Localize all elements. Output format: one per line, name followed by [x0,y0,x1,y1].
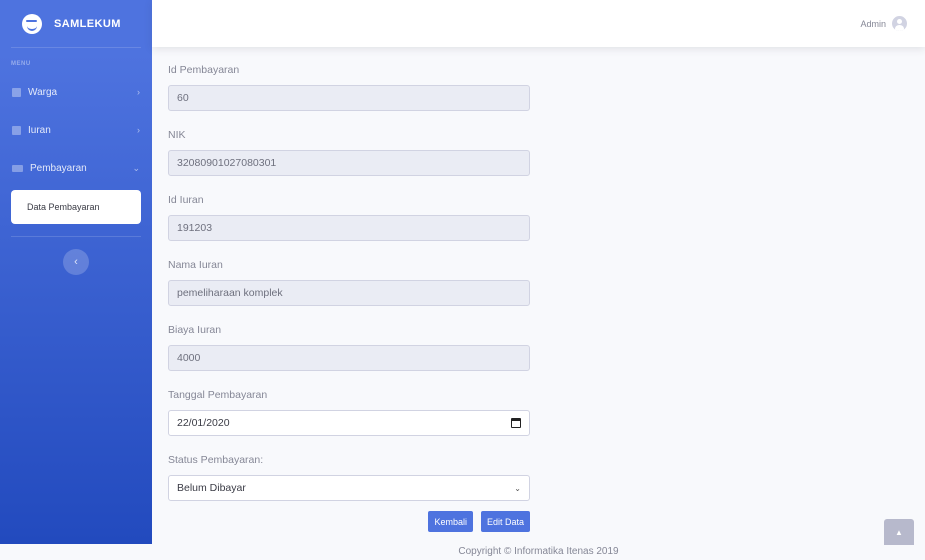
sidebar-divider [11,236,141,237]
id-pembayaran-field[interactable]: 60 [168,85,530,111]
subitem-label: Data Pembayaran [27,202,100,212]
chevron-down-icon: ⌄ [132,162,140,173]
topbar: Admin [152,0,925,47]
status-pembayaran-label: Status Pembayaran: [168,454,264,466]
nik-label: NIK [168,129,186,141]
sidebar-item-label: Pembayaran [30,162,87,174]
credit-card-icon [12,164,23,172]
nama-iuran-field[interactable]: pemeliharaan komplek [168,280,530,306]
chevron-up-icon: ▲ [895,527,903,537]
biaya-iuran-field[interactable]: 4000 [168,345,530,371]
chevron-right-icon: › [137,87,140,97]
sidebar-item-warga[interactable]: Warga › [0,73,152,111]
sidebar-item-pembayaran[interactable]: Pembayaran ⌄ [0,149,152,187]
field-value: 32080901027080301 [177,157,277,169]
payment-form: Id Pembayaran 60 NIK 32080901027080301 I… [168,62,530,532]
tanggal-pembayaran-label: Tanggal Pembayaran [168,389,268,401]
field-value: 60 [177,92,189,104]
laugh-wink-icon [22,13,42,34]
user-name[interactable]: Admin [860,19,886,29]
user-avatar-icon[interactable] [892,16,907,31]
sidebar: SAMLEKUM MENU Warga › Iuran › Pembayaran… [0,0,152,544]
id-iuran-field[interactable]: 191203 [168,215,530,241]
footer-copyright: Copyright © Informatika Itenas 2019 [458,546,619,557]
tanggal-pembayaran-input[interactable]: 22/01/2020 [168,410,530,436]
sidebar-item-label: Warga [28,86,58,98]
field-value: 191203 [177,222,213,234]
sidebar-subitem-data-pembayaran[interactable]: Data Pembayaran [11,190,141,224]
form-actions: Kembali Edit Data [168,511,530,532]
id-pembayaran-label: Id Pembayaran [168,64,240,76]
biaya-iuran-label: Biaya Iuran [168,324,222,336]
calendar-icon[interactable] [511,418,521,428]
status-pembayaran-select[interactable]: Belum Dibayar ⌄ [168,475,530,501]
book-icon [12,87,21,97]
nama-iuran-label: Nama Iuran [168,259,223,271]
edit-data-button[interactable]: Edit Data [480,511,530,532]
field-value: Belum Dibayar [177,482,246,494]
brand[interactable]: SAMLEKUM [0,0,152,47]
sidebar-toggle-button[interactable]: ‹ [63,249,89,275]
kembali-button[interactable]: Kembali [428,511,473,532]
brand-name: SAMLEKUM [54,17,121,30]
scroll-to-top-button[interactable]: ▲ [884,519,914,545]
field-value: 22/01/2020 [177,417,230,429]
chevron-right-icon: › [137,125,140,135]
field-value: pemeliharaan komplek [177,287,283,299]
field-value: 4000 [177,352,201,364]
nik-field[interactable]: 32080901027080301 [168,150,530,176]
sidebar-item-label: Iuran [28,124,51,136]
database-icon [12,125,21,135]
chevron-down-icon: ⌄ [514,483,521,493]
id-iuran-label: Id Iuran [168,194,204,206]
chevron-left-icon: ‹ [74,256,78,268]
sidebar-item-iuran[interactable]: Iuran › [0,111,152,149]
sidebar-heading: MENU [11,61,31,67]
